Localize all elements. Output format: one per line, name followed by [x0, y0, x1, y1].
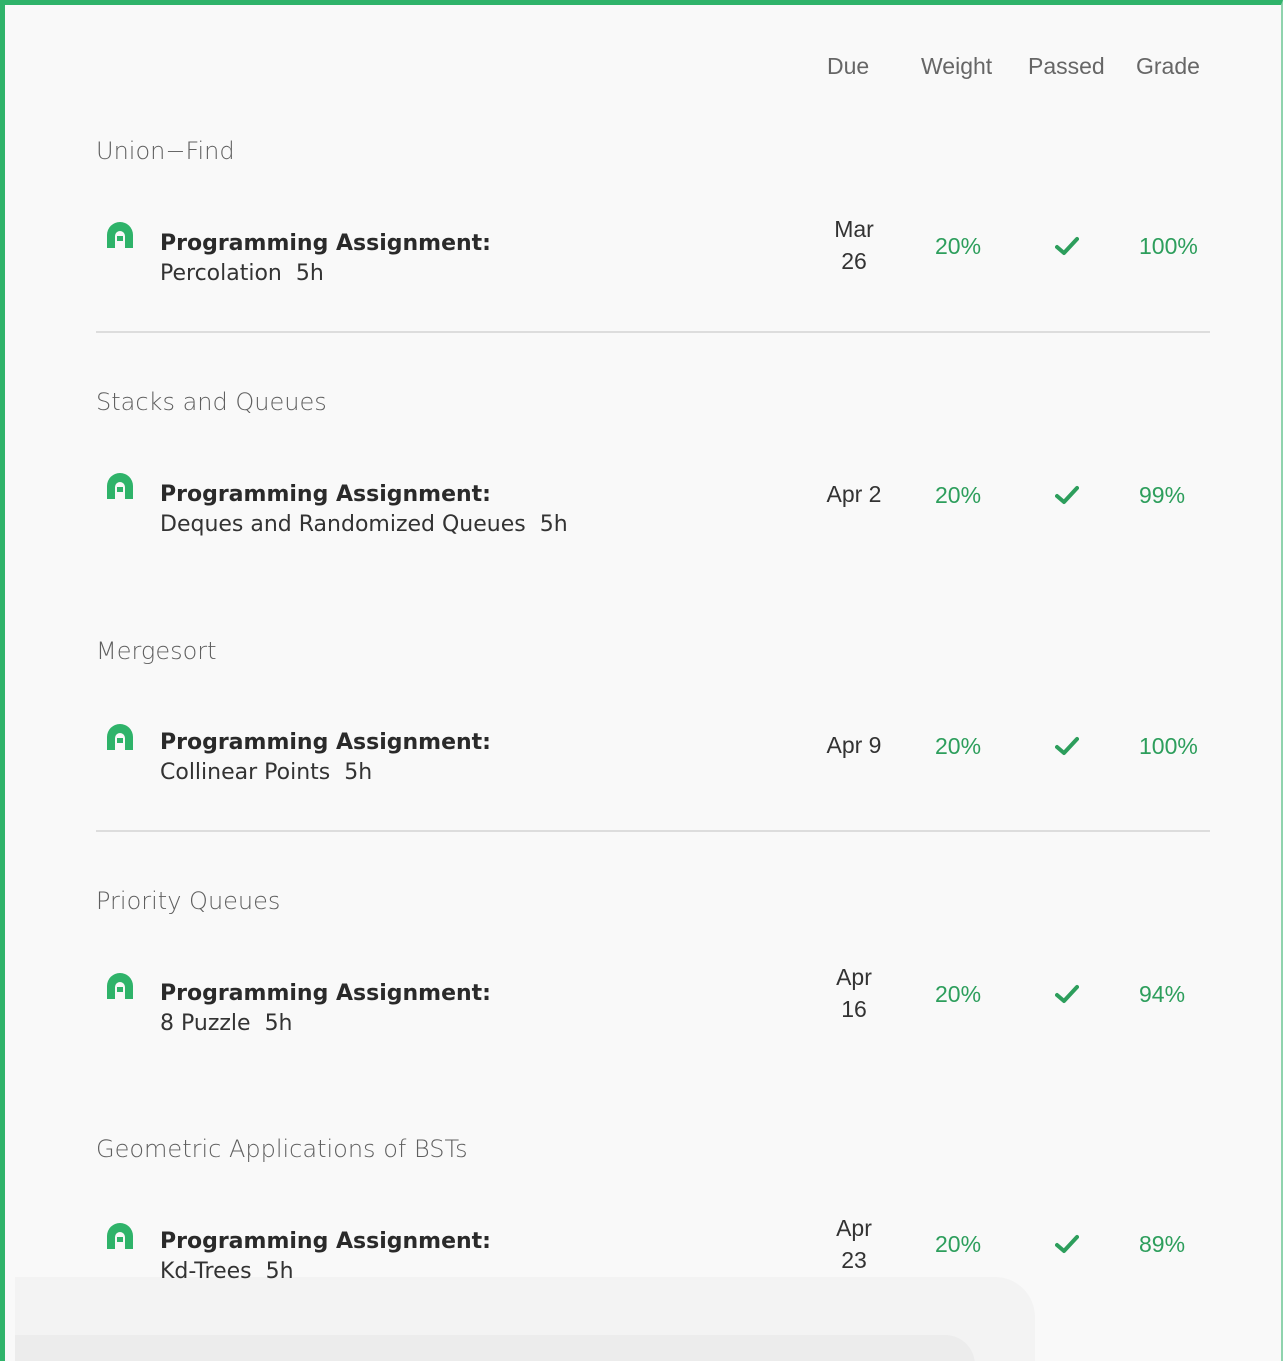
- due-date-line1: Mar: [834, 216, 874, 242]
- assignment-duration: 5h: [264, 1011, 293, 1036]
- assignment-type-label: Programming Assignment:: [160, 231, 491, 256]
- assignment-type-label: Programming Assignment:: [160, 730, 491, 755]
- checkmark-icon: [1055, 237, 1079, 255]
- due-date-line2: 26: [841, 248, 867, 274]
- assignment-link-kd-trees[interactable]: Kd-Trees 5h: [160, 1259, 294, 1284]
- assignment-link-collinear-points[interactable]: Collinear Points 5h: [160, 760, 372, 785]
- column-header-due: Due: [827, 53, 870, 79]
- assignment-link-deques[interactable]: Deques and Randomized Queues 5h: [160, 512, 568, 537]
- assignment-name[interactable]: Collinear Points: [160, 760, 330, 785]
- assignment-type-label: Programming Assignment:: [160, 482, 491, 507]
- checkmark-icon: [1055, 486, 1079, 504]
- programming-assignment-icon: [107, 473, 133, 499]
- weight-value: 20%: [935, 233, 982, 259]
- programming-assignment-icon: [107, 1223, 133, 1249]
- checkmark-icon: [1055, 737, 1079, 755]
- assignment-duration: 5h: [265, 1259, 294, 1284]
- assignment-name[interactable]: 8 Puzzle: [160, 1011, 251, 1036]
- assignment-name[interactable]: Deques and Randomized Queues: [160, 512, 526, 537]
- programming-assignment-icon: [107, 973, 133, 999]
- grade-value: 89%: [1139, 1231, 1186, 1257]
- due-date: Apr 23: [813, 1212, 895, 1276]
- grade-value: 100%: [1139, 733, 1198, 759]
- due-date-line1: Apr: [836, 964, 872, 990]
- column-header-passed: Passed: [1028, 53, 1105, 79]
- grade-value: 94%: [1139, 981, 1186, 1007]
- assignment-link-percolation[interactable]: Percolation 5h: [160, 261, 324, 286]
- due-date: Apr 9: [813, 729, 895, 761]
- section-title-stacks-and-queues: Stacks and Queues: [96, 388, 327, 416]
- column-header-grade: Grade: [1136, 53, 1200, 79]
- section-divider: [96, 830, 1210, 832]
- bottom-fade-overlay-inner: [15, 1335, 975, 1361]
- due-date-line1: Apr: [836, 1215, 872, 1241]
- assignment-type-label: Programming Assignment:: [160, 1229, 491, 1254]
- assignment-name[interactable]: Kd-Trees: [160, 1259, 252, 1284]
- weight-value: 20%: [935, 482, 982, 508]
- programming-assignment-icon: [107, 724, 133, 750]
- checkmark-icon: [1055, 1235, 1079, 1253]
- assignment-duration: 5h: [344, 760, 373, 785]
- due-date-line1: Apr 9: [826, 732, 882, 758]
- section-divider: [96, 331, 1210, 333]
- assignment-link-8-puzzle[interactable]: 8 Puzzle 5h: [160, 1011, 293, 1036]
- assignment-duration: 5h: [295, 261, 324, 286]
- weight-value: 20%: [935, 733, 982, 759]
- assignment-duration: 5h: [539, 512, 568, 537]
- due-date-line1: Apr 2: [826, 481, 882, 507]
- section-title-union-find: Union−Find: [96, 137, 235, 165]
- grade-value: 99%: [1139, 482, 1186, 508]
- section-title-geometric-applications: Geometric Applications of BSTs: [96, 1135, 468, 1163]
- weight-value: 20%: [935, 1231, 982, 1257]
- weight-value: 20%: [935, 981, 982, 1007]
- assignment-type-label: Programming Assignment:: [160, 981, 491, 1006]
- due-date: Apr 16: [813, 961, 895, 1025]
- checkmark-icon: [1055, 985, 1079, 1003]
- section-title-mergesort: Mergesort: [96, 637, 217, 665]
- assignment-name[interactable]: Percolation: [160, 261, 282, 286]
- due-date: Apr 2: [813, 478, 895, 510]
- column-header-weight: Weight: [921, 53, 993, 79]
- due-date-line2: 16: [841, 996, 867, 1022]
- grade-value: 100%: [1139, 233, 1198, 259]
- due-date: Mar 26: [813, 213, 895, 277]
- section-title-priority-queues: Priority Queues: [96, 887, 281, 915]
- programming-assignment-icon: [107, 222, 133, 248]
- grades-panel: Due Weight Passed Grade Union−Find Progr…: [0, 0, 1283, 1361]
- due-date-line2: 23: [841, 1247, 867, 1273]
